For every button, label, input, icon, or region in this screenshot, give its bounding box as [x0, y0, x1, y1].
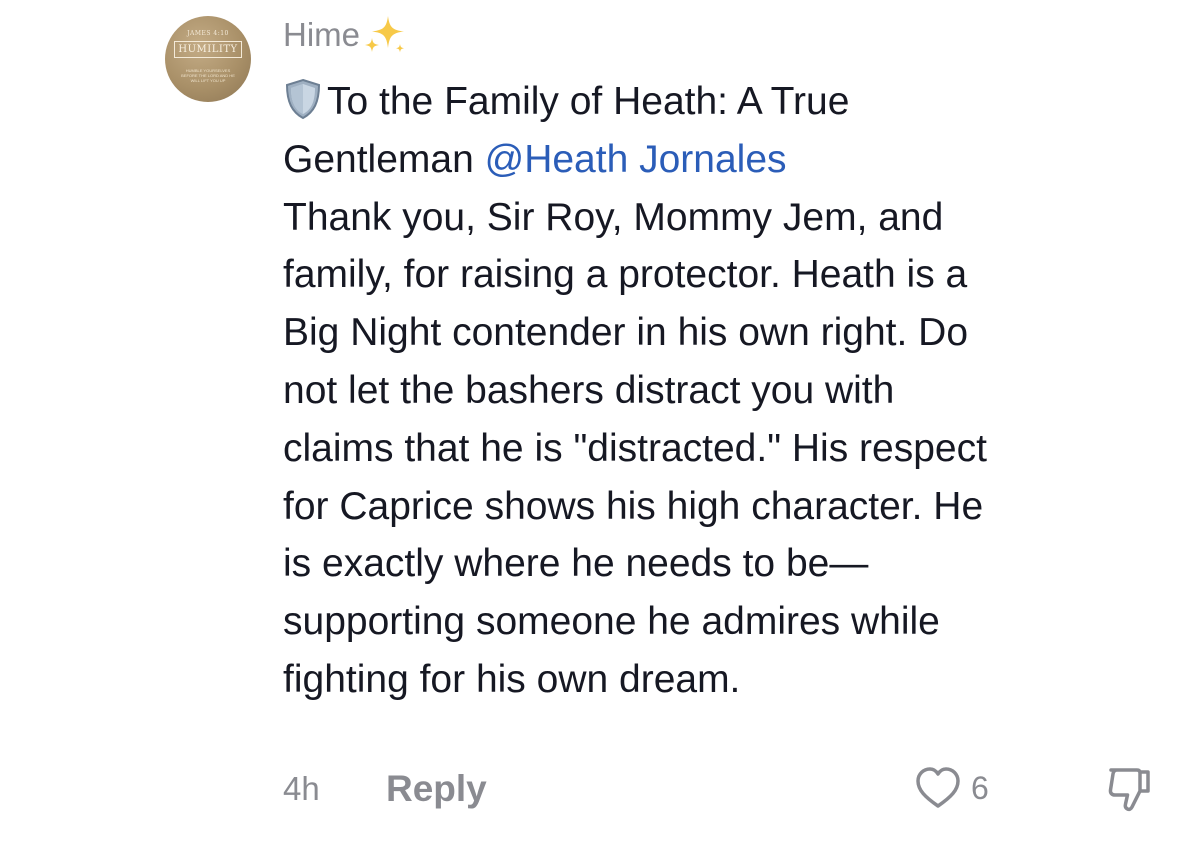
avatar-sub-text: HUMBLE YOURSELVES BEFORE THE LORD AND HE… — [181, 68, 235, 83]
comment-line: family, for raising a protector. Heath i… — [283, 253, 968, 297]
comment-line: claims that he is "distracted." His resp… — [283, 426, 987, 470]
shield-icon — [285, 78, 321, 120]
comment-footer: 4h Reply 6 — [283, 762, 1183, 814]
heart-outline-icon — [916, 767, 960, 808]
comment-line-text: To the Family of Heath: A True — [327, 80, 850, 123]
timestamp: 4h — [283, 770, 320, 807]
mention-link[interactable]: @Heath Jornales — [485, 138, 787, 181]
avatar[interactable]: JAMES 4:10 HUMILITY HUMBLE YOURSELVES BE… — [165, 16, 251, 102]
dislike-button[interactable] — [1101, 762, 1157, 814]
comment-item: JAMES 4:10 HUMILITY HUMBLE YOURSELVES BE… — [0, 0, 1200, 866]
comment-line: Gentleman @Heath Jornales — [283, 131, 1183, 189]
username[interactable]: Hime — [283, 16, 360, 54]
comment-header: Hime — [283, 10, 408, 60]
comment-line: fighting for his own dream. — [283, 657, 741, 701]
comment-line: not let the bashers distract you with — [283, 368, 895, 412]
thumbs-down-icon — [1108, 768, 1150, 812]
sparkles-icon — [365, 16, 405, 53]
avatar-top-text: JAMES 4:10 — [187, 30, 229, 37]
avatar-main-text: HUMILITY — [174, 41, 242, 58]
comment-line-text: Gentleman — [283, 137, 485, 181]
reply-button[interactable]: Reply — [386, 768, 487, 810]
comment-line: for Caprice shows his high character. He — [283, 484, 984, 528]
comment-line: Big Night contender in his own right. Do — [283, 311, 969, 355]
comment-line: is exactly where he needs to be— — [283, 542, 869, 586]
like-button[interactable]: 6 — [913, 762, 989, 814]
comment-line: Thank you, Sir Roy, Mommy Jem, and — [283, 195, 944, 239]
comment-line: To the Family of Heath: A True — [283, 73, 1183, 131]
comment-line: supporting someone he admires while — [283, 600, 940, 644]
comment-body: To the Family of Heath: A True Gentleman… — [283, 73, 1183, 709]
like-count: 6 — [971, 769, 989, 806]
